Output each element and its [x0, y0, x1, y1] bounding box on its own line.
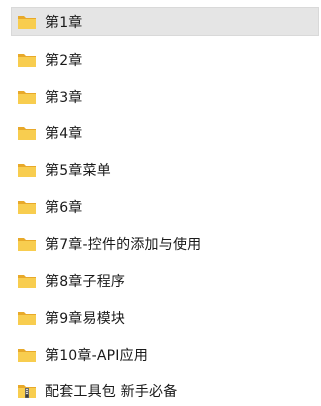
- folder-label: 第8章子程序: [45, 273, 126, 290]
- zip-folder-icon: [17, 382, 37, 400]
- folder-item-chapter-8[interactable]: 第8章子程序: [11, 266, 319, 295]
- folder-label: 第6章: [45, 199, 83, 216]
- folder-icon: [17, 51, 37, 69]
- folder-label: 第9章易模块: [45, 310, 126, 327]
- folder-icon: [17, 161, 37, 179]
- folder-label: 第2章: [45, 52, 83, 69]
- folder-icon: [17, 13, 37, 31]
- folder-icon: [17, 198, 37, 216]
- folder-label: 配套工具包 新手必备: [45, 383, 178, 400]
- folder-item-toolkit[interactable]: 配套工具包 新手必备: [11, 376, 319, 405]
- folder-label: 第10章-API应用: [45, 347, 149, 364]
- folder-icon: [17, 235, 37, 253]
- file-list: 第1章 第2章 第3章 第4章 第5章菜单 第6章 第7章-控件的添加与使用 第…: [0, 0, 321, 406]
- folder-item-chapter-2[interactable]: 第2章: [11, 45, 319, 74]
- folder-icon: [17, 272, 37, 290]
- folder-label: 第1章: [45, 14, 83, 31]
- folder-icon: [17, 346, 37, 364]
- folder-label: 第3章: [45, 89, 83, 106]
- folder-item-chapter-7[interactable]: 第7章-控件的添加与使用: [11, 229, 319, 258]
- folder-item-chapter-3[interactable]: 第3章: [11, 82, 319, 111]
- folder-item-chapter-9[interactable]: 第9章易模块: [11, 303, 319, 332]
- folder-item-chapter-4[interactable]: 第4章: [11, 118, 319, 147]
- folder-label: 第4章: [45, 125, 83, 142]
- folder-label: 第7章-控件的添加与使用: [45, 236, 202, 253]
- folder-icon: [17, 309, 37, 327]
- folder-label: 第5章菜单: [45, 162, 111, 179]
- folder-item-chapter-10[interactable]: 第10章-API应用: [11, 340, 319, 369]
- folder-icon: [17, 124, 37, 142]
- folder-item-chapter-6[interactable]: 第6章: [11, 192, 319, 221]
- folder-item-chapter-1[interactable]: 第1章: [11, 7, 319, 36]
- folder-item-chapter-5[interactable]: 第5章菜单: [11, 155, 319, 184]
- folder-icon: [17, 88, 37, 106]
